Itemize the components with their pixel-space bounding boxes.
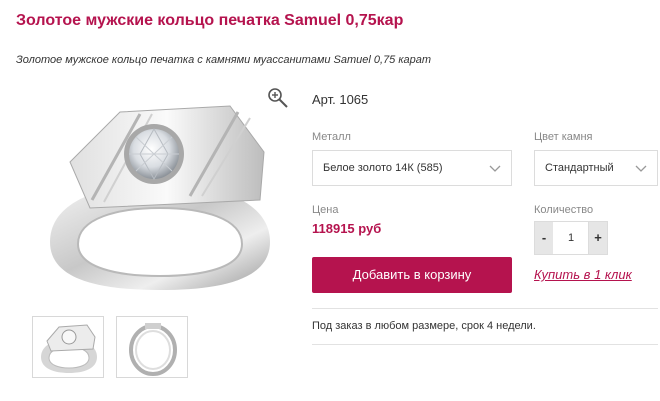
stone-color-label: Цвет камня xyxy=(534,131,593,143)
product-title: Золотое мужские кольцо печатка Samuel 0,… xyxy=(16,12,404,29)
price-value: 118915 руб xyxy=(312,221,382,236)
metal-select[interactable]: Белое золото 14К (585) xyxy=(312,150,512,186)
divider xyxy=(312,344,658,345)
quantity-decrease-button[interactable]: - xyxy=(534,221,554,255)
ring-front-thumbnail-image xyxy=(41,324,97,373)
chevron-down-icon xyxy=(489,165,501,172)
metal-select-value: Белое золото 14К (585) xyxy=(323,162,443,174)
order-note: Под заказ в любом размере, срок 4 недели… xyxy=(312,320,536,332)
thumbnail-front[interactable] xyxy=(32,316,104,378)
add-to-cart-button[interactable]: Добавить в корзину xyxy=(312,257,512,293)
metal-label: Металл xyxy=(312,131,351,143)
product-sku: Арт. 1065 xyxy=(312,92,369,107)
divider xyxy=(312,308,658,309)
stone-color-select-value: Стандартный xyxy=(545,162,614,174)
quantity-input[interactable]: 1 xyxy=(553,221,589,255)
stone-color-select[interactable]: Стандартный xyxy=(534,150,658,186)
chevron-down-icon xyxy=(635,165,647,172)
ring-side-thumbnail-image xyxy=(129,323,177,376)
price-label: Цена xyxy=(312,204,339,216)
zoom-in-icon[interactable] xyxy=(266,86,290,110)
product-main-image[interactable] xyxy=(30,92,288,292)
quantity-label: Количество xyxy=(534,204,594,216)
product-subtitle: Золотое мужское кольцо печатка с камнями… xyxy=(16,54,432,66)
thumbnail-side[interactable] xyxy=(116,316,188,378)
buy-one-click-link[interactable]: Купить в 1 клик xyxy=(534,267,632,282)
quantity-increase-button[interactable]: + xyxy=(588,221,608,255)
